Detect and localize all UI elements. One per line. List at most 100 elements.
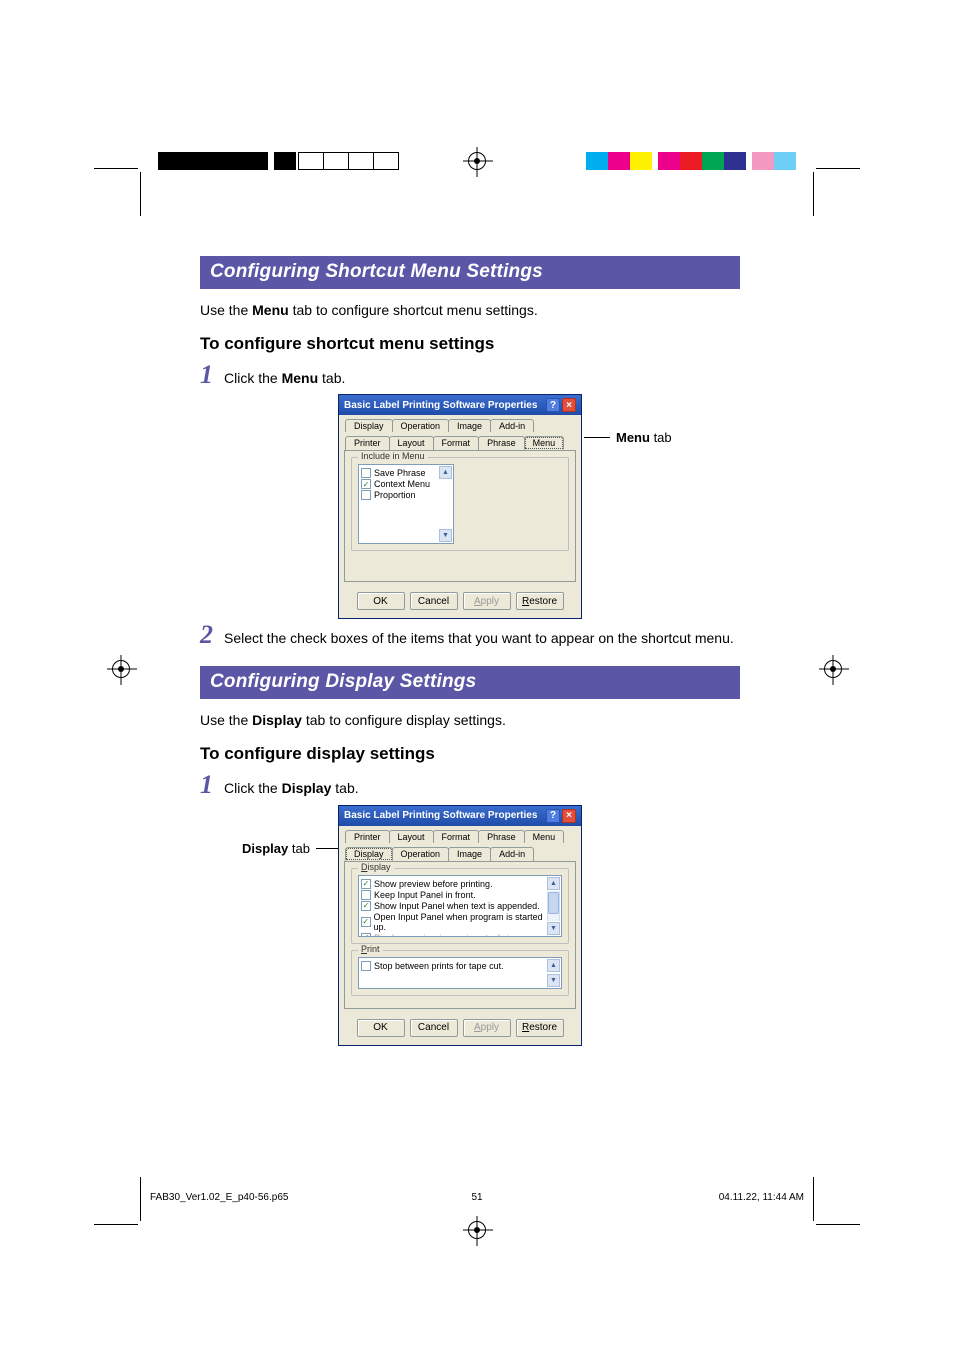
scroll-down-icon[interactable]: ▼ <box>439 529 452 542</box>
section-title-shortcut-menu: Configuring Shortcut Menu Settings <box>200 256 740 289</box>
properties-dialog-display: Basic Label Printing Software Properties… <box>338 805 582 1046</box>
check-label: Keep Input Panel in front. <box>374 890 476 900</box>
ok-button[interactable]: OK <box>357 592 405 610</box>
step-number: 1 <box>200 772 224 798</box>
step-1-display: 1 Click the Display tab. <box>200 772 740 798</box>
check-label: Context Menu <box>374 479 430 489</box>
subheading-configure-display: To configure display settings <box>200 744 740 764</box>
outline-swatches <box>298 152 398 170</box>
close-icon[interactable]: × <box>562 809 576 823</box>
cancel-button[interactable]: Cancel <box>410 592 458 610</box>
step-text: Click the Menu tab. <box>224 362 345 388</box>
footer-filename: FAB30_Ver1.02_E_p40-56.p65 <box>150 1192 288 1203</box>
dialog-button-row: OK Cancel Apply Restore <box>339 588 581 618</box>
intro-shortcut-menu: Use the Menu tab to configure shortcut m… <box>200 301 740 320</box>
tab-layout[interactable]: Layout <box>389 830 434 843</box>
intro-post: tab to configure display settings. <box>302 712 506 728</box>
scroll-thumb[interactable] <box>548 892 559 914</box>
step-number: 1 <box>200 362 224 388</box>
registration-target-bottom <box>468 1221 486 1239</box>
tab-image[interactable]: Image <box>448 847 491 861</box>
scroll-up-icon[interactable]: ▲ <box>439 466 452 479</box>
scroll-down-icon[interactable]: ▼ <box>547 974 560 987</box>
gray-swatches <box>158 152 296 170</box>
tab-phrase[interactable]: Phrase <box>478 830 525 843</box>
tab-printer[interactable]: Printer <box>345 830 390 843</box>
tab-display[interactable]: Display <box>345 847 393 861</box>
print-underline: P <box>361 944 367 954</box>
check-preview-actual-size[interactable]: ✓Display preview image in actual size. <box>361 933 547 937</box>
tab-layout[interactable]: Layout <box>389 436 434 450</box>
tab-addin[interactable]: Add-in <box>490 847 534 861</box>
display-underline: D <box>361 862 368 872</box>
intro-bold: Display <box>252 712 302 728</box>
check-open-input-startup[interactable]: ✓Open Input Panel when program is starte… <box>361 912 547 932</box>
scroll-up-icon[interactable]: ▲ <box>547 959 560 972</box>
tab-row-back: Display Operation Image Add-in <box>339 415 581 432</box>
include-in-menu-list[interactable]: Save Phrase ✓Context Menu Proportion ▲ ▼ <box>358 464 454 544</box>
tab-row-back: Printer Layout Format Phrase Menu <box>339 826 581 843</box>
help-icon[interactable]: ? <box>546 809 560 823</box>
section-title-display: Configuring Display Settings <box>200 666 740 699</box>
help-icon[interactable]: ? <box>546 398 560 412</box>
group-title-print: Print <box>358 944 383 954</box>
check-context-menu[interactable]: ✓Context Menu <box>361 479 451 489</box>
callout-rest: tab <box>650 430 672 445</box>
restore-button[interactable]: Restore <box>516 1019 564 1037</box>
step-post: tab. <box>318 370 345 386</box>
apply-button[interactable]: Apply <box>463 592 511 610</box>
check-keep-input-front[interactable]: Keep Input Panel in front. <box>361 890 547 900</box>
step-number: 2 <box>200 622 224 648</box>
scroll-up-icon[interactable]: ▲ <box>547 877 560 890</box>
group-include-in-menu: Include in Menu Save Phrase ✓Context Men… <box>351 457 569 551</box>
close-icon[interactable]: × <box>562 398 576 412</box>
restore-button[interactable]: Restore <box>516 592 564 610</box>
step-pre: Click the <box>224 370 282 386</box>
group-print: Print Stop between prints for tape cut. … <box>351 950 569 996</box>
print-options-list[interactable]: Stop between prints for tape cut. ▲ ▼ <box>358 957 562 989</box>
check-show-preview[interactable]: ✓Show preview before printing. <box>361 879 547 889</box>
apply-underline: A <box>474 596 481 607</box>
tab-phrase[interactable]: Phrase <box>478 436 525 450</box>
tab-operation[interactable]: Operation <box>392 419 450 432</box>
tab-image[interactable]: Image <box>448 419 491 432</box>
tab-printer[interactable]: Printer <box>345 436 390 450</box>
tab-menu[interactable]: Menu <box>524 436 565 450</box>
scroll-down-icon[interactable]: ▼ <box>547 922 560 935</box>
restore-underline: R <box>522 1022 529 1033</box>
tab-format[interactable]: Format <box>433 436 480 450</box>
check-show-input-appended[interactable]: ✓Show Input Panel when text is appended. <box>361 901 547 911</box>
tab-addin[interactable]: Add-in <box>490 419 534 432</box>
ok-button[interactable]: OK <box>357 1019 405 1037</box>
cancel-button[interactable]: Cancel <box>410 1019 458 1037</box>
check-stop-between-prints[interactable]: Stop between prints for tape cut. <box>361 961 547 971</box>
tab-panel-display: Display ✓Show preview before printing. K… <box>344 861 576 1009</box>
check-label: Stop between prints for tape cut. <box>374 961 504 971</box>
tab-panel-menu: Include in Menu Save Phrase ✓Context Men… <box>344 450 576 582</box>
check-proportion[interactable]: Proportion <box>361 490 451 500</box>
subheading-configure-shortcut: To configure shortcut menu settings <box>200 334 740 354</box>
print-footer: FAB30_Ver1.02_E_p40-56.p65 51 04.11.22, … <box>150 1192 804 1203</box>
dialog-titlebar: Basic Label Printing Software Properties… <box>339 395 581 415</box>
group-title: Include in Menu <box>358 451 428 461</box>
display-options-list[interactable]: ✓Show preview before printing. Keep Inpu… <box>358 875 562 937</box>
tab-display[interactable]: Display <box>345 419 393 432</box>
group-display: Display ✓Show preview before printing. K… <box>351 868 569 944</box>
check-label: Show preview before printing. <box>374 879 493 889</box>
callout-display-tab: Display tab <box>242 841 342 856</box>
check-label: Open Input Panel when program is started… <box>374 912 547 932</box>
check-save-phrase[interactable]: Save Phrase <box>361 468 451 478</box>
step-post: tab. <box>331 780 358 796</box>
intro-bold: Menu <box>252 302 289 318</box>
footer-date: 04.11.22, 11:44 AM <box>719 1192 804 1203</box>
step-bold: Display <box>282 780 332 796</box>
tab-operation[interactable]: Operation <box>392 847 450 861</box>
registration-target-top <box>468 152 486 170</box>
registration-target-left <box>112 660 130 678</box>
apply-button[interactable]: Apply <box>463 1019 511 1037</box>
properties-dialog-menu: Basic Label Printing Software Properties… <box>338 394 582 619</box>
tab-menu[interactable]: Menu <box>524 830 565 843</box>
tab-format[interactable]: Format <box>433 830 480 843</box>
figure-menu-dialog: Basic Label Printing Software Properties… <box>338 394 740 604</box>
callout-bold: Display <box>242 841 288 856</box>
